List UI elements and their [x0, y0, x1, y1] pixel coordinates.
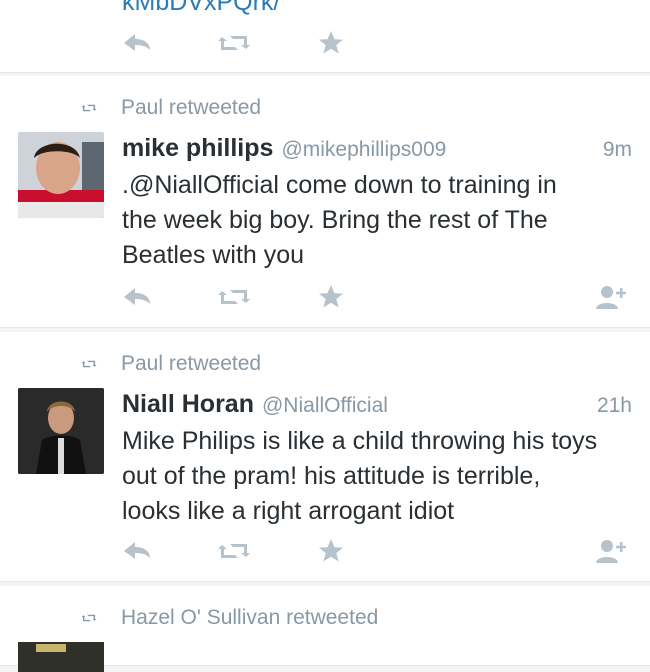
retweet-icon: [218, 544, 250, 558]
retweet-button[interactable]: [214, 28, 250, 58]
user-handle[interactable]: @NiallOfficial: [262, 394, 388, 417]
avatar[interactable]: [18, 642, 104, 672]
star-icon: [319, 285, 343, 308]
avatar[interactable]: [18, 132, 104, 218]
retweeted-by-label: Paul retweeted: [121, 96, 262, 119]
favorite-button[interactable]: [316, 28, 350, 58]
tweet-header: mike phillips @mikephillips009 9m: [122, 132, 632, 166]
tweet-text: .@NiallOfficial come down to training in…: [122, 171, 557, 269]
tweet-timestamp[interactable]: 9m: [603, 134, 632, 166]
timeline: kMbDVxPQrk/ Paul retweeted mike phillips…: [0, 0, 650, 672]
reply-icon: [124, 34, 150, 51]
user-name[interactable]: Niall Horan: [122, 390, 254, 418]
star-icon: [319, 539, 343, 562]
avatar[interactable]: [18, 388, 104, 474]
follow-icon: [596, 540, 626, 563]
follow-button[interactable]: [594, 282, 628, 312]
tweet-partial-bottom[interactable]: Hazel O' Sullivan retweeted: [0, 586, 650, 672]
retweet-context[interactable]: Paul retweeted: [78, 352, 261, 376]
star-icon: [319, 31, 343, 54]
reply-button[interactable]: [120, 282, 154, 312]
tweet-timestamp[interactable]: 21h: [597, 390, 632, 422]
tweet-actions: [0, 536, 650, 566]
retweet-icon: [81, 614, 97, 622]
tweet-actions: [0, 28, 650, 58]
user-name[interactable]: mike phillips: [122, 134, 273, 162]
tweet-actions: [0, 282, 650, 312]
favorite-button[interactable]: [316, 536, 350, 566]
favorite-button[interactable]: [316, 282, 350, 312]
follow-icon: [596, 286, 626, 309]
retweet-icon: [218, 290, 250, 304]
retweeted-by-label: Paul retweeted: [121, 352, 262, 375]
tweet-text: Mike Philips is like a child throwing hi…: [122, 427, 598, 525]
retweet-context[interactable]: Paul retweeted: [78, 96, 261, 120]
tweet-card[interactable]: Paul retweeted mike phillips @mikephillip…: [0, 76, 650, 328]
retweet-button[interactable]: [214, 282, 250, 312]
retweet-button[interactable]: [214, 536, 250, 566]
retweet-icon: [81, 104, 97, 112]
retweet-icon: [218, 36, 250, 50]
follow-button[interactable]: [594, 536, 628, 566]
retweet-icon: [81, 360, 97, 368]
reply-button[interactable]: [120, 28, 154, 58]
tweet-link-text[interactable]: kMbDVxPQrk/: [122, 0, 280, 17]
reply-icon: [124, 542, 150, 559]
reply-button[interactable]: [120, 536, 154, 566]
retweeted-by-label: Hazel O' Sullivan retweeted: [121, 606, 379, 629]
tweet-card[interactable]: Paul retweeted Niall Horan @NiallOfficial…: [0, 332, 650, 582]
tweet-partial-top[interactable]: kMbDVxPQrk/: [0, 0, 650, 73]
reply-icon: [124, 288, 150, 305]
user-handle[interactable]: @mikephillips009: [281, 138, 446, 161]
retweet-context[interactable]: Hazel O' Sullivan retweeted: [78, 606, 378, 630]
tweet-header: Niall Horan @NiallOfficial 21h: [122, 388, 632, 422]
